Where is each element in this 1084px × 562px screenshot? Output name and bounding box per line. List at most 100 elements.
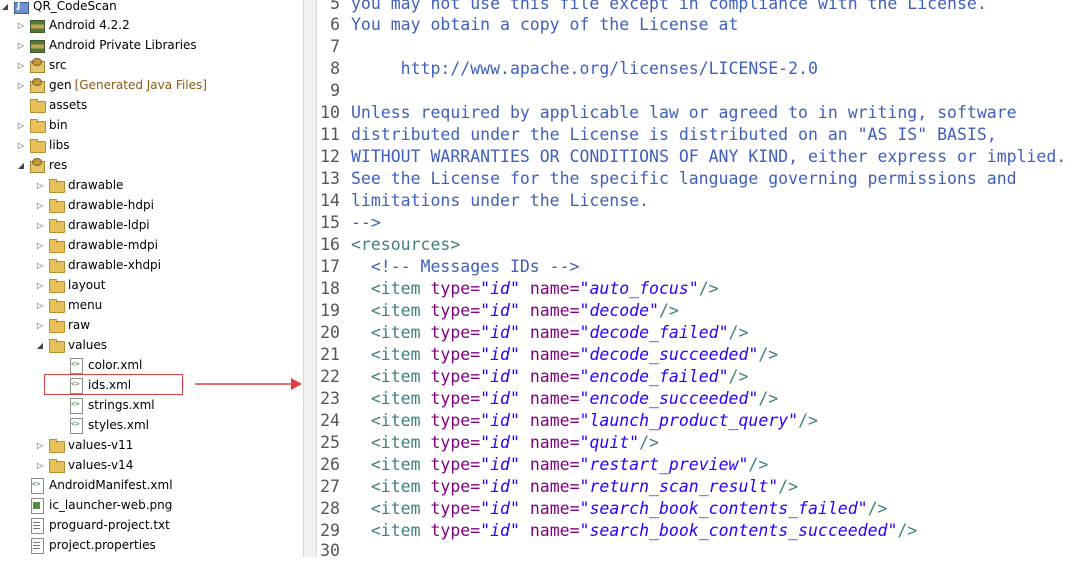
item-code-line: <item type="id" name="encode_failed"/> [351,366,749,388]
project-icon [13,0,29,14]
expand-arrow-icon[interactable]: ▷ [35,295,45,315]
tree-item-label: drawable-hdpi [68,198,154,212]
code-token: /> [728,367,749,386]
line-number: 5 [330,0,340,13]
code-token: "id" [480,389,520,408]
tree-item-color-xml[interactable]: color.xml [55,355,142,375]
expand-arrow-icon[interactable]: ▷ [16,35,26,55]
code-token: "launch_product_query" [579,411,799,430]
xml-file-icon [68,397,84,414]
code-token: type= [420,345,481,364]
expand-arrow-icon[interactable]: ▷ [16,115,26,135]
expand-arrow-icon[interactable]: ▷ [16,135,26,155]
code-token: <item [351,279,421,298]
tree-item-values-v11[interactable]: ▷ values-v11 [35,435,133,455]
tree-item-launcher-png[interactable]: ic_launcher-web.png [16,495,172,515]
line-number: 10 [320,103,340,122]
line-number: 25 [320,433,340,452]
collapse-arrow-icon[interactable]: ◢ [35,335,45,355]
tree-item-assets[interactable]: assets [16,95,87,115]
expand-arrow-icon[interactable]: ▷ [35,315,45,335]
expand-arrow-icon[interactable]: ▷ [35,195,45,215]
code-token: name= [519,323,580,342]
tree-item-label: Android 4.2.2 [49,18,130,32]
code-token: type= [420,455,481,474]
tree-item-label: libs [49,138,70,152]
folder-icon [48,257,65,273]
expand-arrow-icon[interactable]: ▷ [35,255,45,275]
expand-arrow-icon[interactable]: ▷ [35,235,45,255]
line-number: 20 [320,323,340,342]
code-line: Unless required by applicable law or agr… [351,103,1017,122]
code-token: type= [420,521,481,540]
code-line: you may not use this file except in comp… [351,0,987,13]
line-number: 9 [330,81,340,100]
code-token: /> [698,279,719,298]
tree-item-drawable[interactable]: ▷ drawable [35,175,123,195]
code-token: "id" [480,433,520,452]
expand-arrow-icon[interactable]: ▷ [35,275,45,295]
xml-editor[interactable]: 5 you may not use this file except in co… [318,0,1084,560]
code-token: /> [758,345,779,364]
collapse-arrow-icon[interactable]: ◢ [16,155,26,175]
expand-arrow-icon[interactable]: ▷ [35,435,45,455]
expand-arrow-icon[interactable]: ▷ [16,15,26,35]
code-token: name= [519,301,580,320]
tree-item-drawable-mdpi[interactable]: ▷ drawable-mdpi [35,235,158,255]
line-number: 12 [320,147,340,166]
tree-item-label: AndroidManifest.xml [49,478,173,492]
tree-item-layout[interactable]: ▷ layout [35,275,105,295]
tree-item-drawable-ldpi[interactable]: ▷ drawable-ldpi [35,215,150,235]
tree-item-bin[interactable]: ▷ bin [16,115,68,135]
tree-item-strings-xml[interactable]: strings.xml [55,395,155,415]
tree-item-android-sdk[interactable]: ▷ Android 4.2.2 [16,15,130,35]
tree-item-android-manifest[interactable]: AndroidManifest.xml [16,475,173,495]
folder-icon [48,297,65,313]
tree-item-project[interactable]: ◢ QR_CodeScan [0,0,117,16]
item-code-line: <item type="id" name="decode_succeeded"/… [351,344,778,366]
tree-item-proguard[interactable]: proguard-project.txt [16,515,170,535]
code-token: type= [420,411,481,430]
expand-arrow-icon[interactable]: ▷ [35,215,45,235]
code-token: type= [420,433,481,452]
tree-item-private-libraries[interactable]: ▷ Android Private Libraries [16,35,197,55]
resource-folder-icon [29,157,45,173]
tree-item-styles-xml[interactable]: styles.xml [55,415,149,435]
tree-item-src[interactable]: ▷ src [16,55,67,75]
code-token: type= [420,301,481,320]
line-number: 21 [320,345,340,364]
expand-arrow-icon[interactable]: ▷ [16,55,26,75]
expand-arrow-icon[interactable]: ▷ [16,75,26,95]
collapse-arrow-icon[interactable]: ◢ [0,0,10,16]
code-token: "id" [480,367,520,386]
tree-item-libs[interactable]: ▷ libs [16,135,70,155]
expand-arrow-icon[interactable]: ▷ [35,455,45,475]
tree-item-raw[interactable]: ▷ raw [35,315,90,335]
xml-file-icon [68,357,84,374]
tree-item-values[interactable]: ◢ values [35,335,107,355]
tree-item-label: gen [49,78,72,92]
code-token: "id" [480,323,520,342]
tree-item-label: src [49,58,67,72]
item-code-line: <item type="id" name="auto_focus"/> [351,278,719,300]
tree-item-gen[interactable]: ▷ gen [Generated Java Files] [16,75,207,95]
expand-arrow-icon[interactable]: ▷ [35,175,45,195]
tree-item-drawable-hdpi[interactable]: ▷ drawable-hdpi [35,195,154,215]
tree-item-values-v14[interactable]: ▷ values-v14 [35,455,133,475]
tree-item-label: Android Private Libraries [49,38,197,52]
item-code-line: <item type="id" name="decode_failed"/> [351,322,749,344]
tree-item-label: bin [49,118,68,132]
tree-item-label: values-v14 [68,458,134,472]
explorer-scrollbar[interactable] [303,0,317,557]
tree-item-res[interactable]: ◢ res [16,155,67,175]
line-number: 28 [320,499,340,518]
code-token: <item [351,301,421,320]
text-file-icon [29,517,45,534]
tree-item-drawable-xhdpi[interactable]: ▷ drawable-xhdpi [35,255,161,275]
tree-item-menu[interactable]: ▷ menu [35,295,102,315]
code-token: name= [519,279,580,298]
code-token: "id" [480,455,520,474]
line-number: 29 [320,521,340,540]
tree-item-project-properties[interactable]: project.properties [16,535,156,555]
code-token: "auto_focus" [579,279,699,298]
